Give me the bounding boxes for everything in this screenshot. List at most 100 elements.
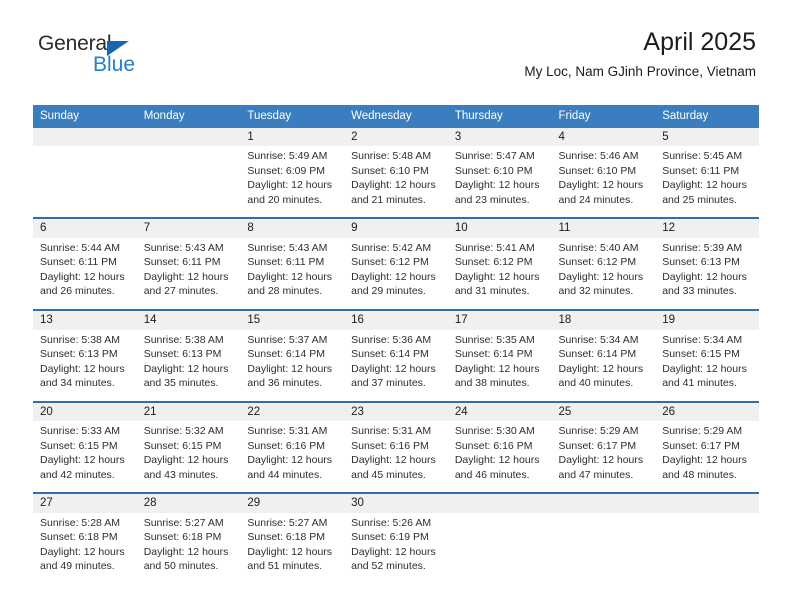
sunrise-text: Sunrise: 5:40 AM [558, 241, 639, 254]
sunset-text: Sunset: 6:14 PM [247, 348, 326, 361]
weekday-header-wednesday: Wednesday [344, 105, 448, 128]
day-cell[interactable]: Sunrise: 5:44 AM Sunset: 6:11 PM Dayligh… [33, 237, 137, 310]
day-number[interactable]: 5 [655, 127, 759, 147]
day-cell[interactable] [33, 146, 137, 219]
day-number[interactable]: 12 [655, 217, 759, 238]
daylight-text: Daylight: 12 hours [247, 454, 333, 467]
day-number[interactable]: 20 [33, 400, 137, 422]
day-number[interactable]: 7 [136, 217, 241, 238]
day-cell[interactable]: Sunrise: 5:30 AM Sunset: 6:16 PM Dayligh… [447, 421, 552, 494]
day-number[interactable]: 3 [447, 127, 552, 147]
day-cell[interactable]: Sunrise: 5:37 AM Sunset: 6:14 PM Dayligh… [240, 329, 345, 402]
day-number[interactable]: 22 [240, 400, 345, 422]
sunset-text: Sunset: 6:16 PM [454, 439, 533, 452]
sunrise-text: Sunrise: 5:44 AM [40, 241, 120, 254]
sunset-text: Sunset: 6:16 PM [247, 439, 326, 452]
day-cell[interactable]: Sunrise: 5:31 AM Sunset: 6:16 PM Dayligh… [344, 421, 448, 494]
day-cell[interactable] [655, 512, 759, 585]
day-cell[interactable]: Sunrise: 5:46 AM Sunset: 6:10 PM Dayligh… [551, 146, 656, 219]
day-number[interactable] [447, 492, 552, 513]
day-cell[interactable]: Sunrise: 5:42 AM Sunset: 6:12 PM Dayligh… [344, 237, 448, 310]
day-cell[interactable]: Sunrise: 5:40 AM Sunset: 6:12 PM Dayligh… [551, 237, 656, 310]
day-cell[interactable]: Sunrise: 5:29 AM Sunset: 6:17 PM Dayligh… [655, 421, 759, 494]
day-number[interactable]: 6 [33, 217, 137, 238]
day-number[interactable]: 11 [551, 217, 656, 238]
day-number[interactable]: 9 [344, 217, 448, 238]
day-number[interactable]: 28 [136, 492, 241, 513]
sunset-text: Sunset: 6:16 PM [351, 439, 429, 452]
day-cell[interactable]: Sunrise: 5:28 AM Sunset: 6:18 PM Dayligh… [33, 512, 137, 585]
day-number[interactable]: 2 [344, 127, 448, 147]
day-cell[interactable]: Sunrise: 5:45 AM Sunset: 6:11 PM Dayligh… [655, 146, 759, 219]
day-number[interactable]: 29 [240, 492, 345, 513]
day-cell[interactable]: Sunrise: 5:38 AM Sunset: 6:13 PM Dayligh… [136, 329, 241, 402]
day-number[interactable]: 23 [344, 400, 448, 422]
day-number[interactable]: 4 [551, 127, 656, 147]
weekday-header-saturday: Saturday [655, 105, 759, 128]
day-cell[interactable]: Sunrise: 5:38 AM Sunset: 6:13 PM Dayligh… [33, 329, 137, 402]
day-number[interactable]: 27 [33, 492, 137, 513]
day-number[interactable]: 16 [344, 308, 448, 330]
day-cell[interactable] [447, 512, 552, 585]
daylight-text: Daylight: 12 hours [351, 545, 436, 558]
day-cell[interactable]: Sunrise: 5:29 AM Sunset: 6:17 PM Dayligh… [551, 421, 656, 494]
day-number[interactable]: 25 [551, 400, 656, 422]
daylight-text: Daylight: 12 hours [351, 179, 436, 192]
daylight-text: Daylight: 12 hours [40, 362, 125, 375]
daylight-text: Daylight: 12 hours [454, 454, 540, 467]
day-number[interactable]: 10 [447, 217, 552, 238]
sunrise-text: Sunrise: 5:46 AM [558, 150, 639, 163]
day-number[interactable]: 24 [447, 400, 552, 422]
daylight-text: Daylight: 12 hours [558, 454, 644, 467]
day-cell[interactable]: Sunrise: 5:35 AM Sunset: 6:14 PM Dayligh… [447, 329, 552, 402]
day-cell[interactable]: Sunrise: 5:31 AM Sunset: 6:16 PM Dayligh… [240, 421, 345, 494]
daylight-text-cont: and 52 minutes. [351, 560, 426, 573]
sunset-text: Sunset: 6:19 PM [351, 531, 429, 544]
day-number[interactable]: 26 [655, 400, 759, 422]
day-cell[interactable] [136, 146, 241, 219]
sunrise-text: Sunrise: 5:35 AM [454, 333, 535, 346]
sunset-text: Sunset: 6:18 PM [143, 531, 222, 544]
day-cell[interactable]: Sunrise: 5:47 AM Sunset: 6:10 PM Dayligh… [447, 146, 552, 219]
day-number[interactable]: 15 [240, 308, 345, 330]
day-number[interactable]: 19 [655, 308, 759, 330]
sunrise-text: Sunrise: 5:39 AM [662, 241, 743, 254]
day-number[interactable]: 1 [240, 127, 345, 147]
day-number[interactable] [551, 492, 656, 513]
day-number[interactable]: 14 [136, 308, 241, 330]
sunrise-text: Sunrise: 5:33 AM [40, 425, 120, 438]
day-number[interactable] [33, 127, 137, 147]
calendar-table: Sunday Monday Tuesday Wednesday Thursday… [33, 105, 759, 585]
week-4-detail-row: Sunrise: 5:33 AM Sunset: 6:15 PM Dayligh… [33, 421, 759, 494]
day-number[interactable] [136, 127, 241, 147]
day-cell[interactable]: Sunrise: 5:41 AM Sunset: 6:12 PM Dayligh… [447, 237, 552, 310]
daylight-text: Daylight: 12 hours [143, 545, 229, 558]
day-number[interactable]: 17 [447, 308, 552, 330]
sunset-text: Sunset: 6:11 PM [143, 256, 221, 269]
day-cell[interactable]: Sunrise: 5:39 AM Sunset: 6:13 PM Dayligh… [655, 237, 759, 310]
sunset-text: Sunset: 6:17 PM [558, 439, 637, 452]
day-cell[interactable]: Sunrise: 5:49 AM Sunset: 6:09 PM Dayligh… [240, 146, 345, 219]
daylight-text-cont: and 21 minutes. [351, 193, 426, 206]
day-number[interactable]: 18 [551, 308, 656, 330]
day-cell[interactable]: Sunrise: 5:43 AM Sunset: 6:11 PM Dayligh… [240, 237, 345, 310]
weekday-header-friday: Friday [551, 105, 656, 128]
logo-text-blue: Blue [93, 53, 136, 76]
day-number[interactable]: 8 [240, 217, 345, 238]
day-cell[interactable]: Sunrise: 5:32 AM Sunset: 6:15 PM Dayligh… [136, 421, 241, 494]
day-cell[interactable] [551, 512, 656, 585]
daylight-text-cont: and 46 minutes. [454, 468, 530, 481]
day-cell[interactable]: Sunrise: 5:27 AM Sunset: 6:18 PM Dayligh… [136, 512, 241, 585]
day-number[interactable]: 13 [33, 308, 137, 330]
day-cell[interactable]: Sunrise: 5:43 AM Sunset: 6:11 PM Dayligh… [136, 237, 241, 310]
day-cell[interactable]: Sunrise: 5:26 AM Sunset: 6:19 PM Dayligh… [344, 512, 448, 585]
day-number[interactable]: 30 [344, 492, 448, 513]
day-number[interactable] [655, 492, 759, 513]
day-number[interactable]: 21 [136, 400, 241, 422]
day-cell[interactable]: Sunrise: 5:27 AM Sunset: 6:18 PM Dayligh… [240, 512, 345, 585]
day-cell[interactable]: Sunrise: 5:48 AM Sunset: 6:10 PM Dayligh… [344, 146, 448, 219]
day-cell[interactable]: Sunrise: 5:33 AM Sunset: 6:15 PM Dayligh… [33, 421, 137, 494]
day-cell[interactable]: Sunrise: 5:34 AM Sunset: 6:15 PM Dayligh… [655, 329, 759, 402]
day-cell[interactable]: Sunrise: 5:34 AM Sunset: 6:14 PM Dayligh… [551, 329, 656, 402]
day-cell[interactable]: Sunrise: 5:36 AM Sunset: 6:14 PM Dayligh… [344, 329, 448, 402]
